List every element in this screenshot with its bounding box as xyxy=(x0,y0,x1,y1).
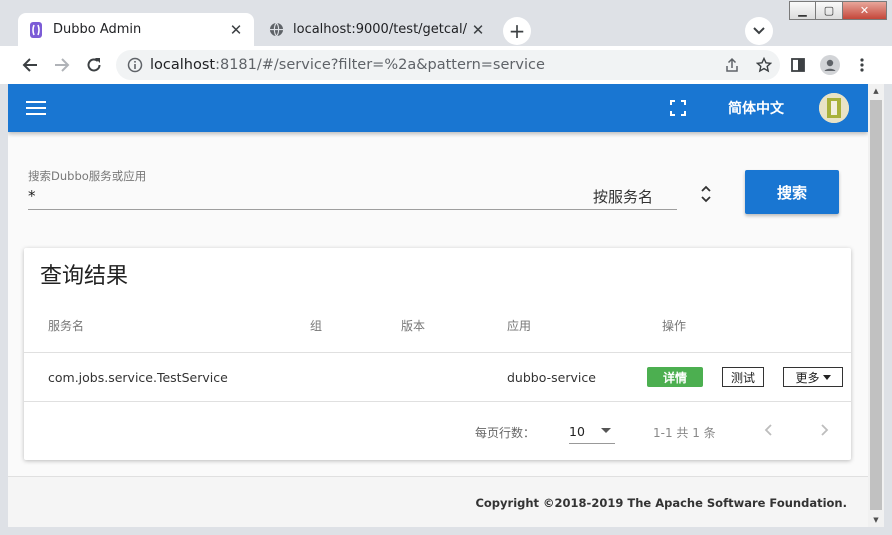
cell-service-name: com.jobs.service.TestService xyxy=(48,370,228,385)
browser-menu-button[interactable] xyxy=(848,51,876,79)
side-panel-button[interactable] xyxy=(784,51,812,79)
window-close-button[interactable]: ✕ xyxy=(843,1,887,20)
column-header-version[interactable]: 版本 xyxy=(401,317,425,334)
kebab-menu-icon xyxy=(860,58,864,72)
column-header-application[interactable]: 应用 xyxy=(507,317,531,334)
tab-title: Dubbo Admin xyxy=(53,22,142,37)
chevron-right-icon xyxy=(821,424,829,436)
close-icon: ✕ xyxy=(859,4,870,17)
rows-per-page-select[interactable]: 10 xyxy=(569,416,615,444)
copyright-org: The Apache Software Foundation. xyxy=(627,496,847,510)
reload-button[interactable] xyxy=(80,51,108,79)
minimize-button[interactable]: ▁ xyxy=(789,1,816,20)
minimize-icon: ▁ xyxy=(798,4,807,17)
scrollbar-thumb[interactable] xyxy=(870,100,882,510)
user-avatar[interactable] xyxy=(819,93,849,123)
column-header-service[interactable]: 服务名 xyxy=(48,317,84,334)
unfold-icon xyxy=(701,185,711,203)
caret-down-icon xyxy=(601,428,611,433)
profile-button[interactable] xyxy=(816,51,844,79)
side-panel-icon xyxy=(791,58,805,72)
back-arrow-icon xyxy=(22,58,37,72)
pattern-select[interactable]: 按服务名 xyxy=(593,186,653,207)
fullscreen-button[interactable] xyxy=(666,96,690,120)
maximize-button[interactable]: ▢ xyxy=(816,1,843,20)
browser-tab-localhost-9000[interactable]: localhost:9000/test/getcal/1/2 ✕ xyxy=(258,13,496,46)
back-button[interactable] xyxy=(16,51,44,79)
window-frame-bottom xyxy=(0,527,892,535)
caret-down-icon xyxy=(822,374,831,380)
pagination-range: 1-1 共 1 条 xyxy=(653,426,716,440)
site-info-icon[interactable] xyxy=(120,57,150,73)
more-button[interactable]: 更多 xyxy=(783,367,843,387)
search-button[interactable]: 搜索 xyxy=(745,170,839,214)
rows-per-page-label: 每页行数： xyxy=(475,426,536,440)
browser-tab-dubbo-admin[interactable]: Dubbo Admin ✕ xyxy=(18,13,254,46)
more-button-label: 更多 xyxy=(795,370,820,385)
maximize-icon: ▢ xyxy=(823,4,835,17)
plus-icon: + xyxy=(508,19,526,43)
search-label: 搜索Dubbo服务或应用 xyxy=(28,169,147,183)
bookmark-star-icon[interactable] xyxy=(748,57,780,73)
app-bar: 简体中文 xyxy=(8,84,868,132)
window-frame-right xyxy=(884,84,892,535)
tab-title: localhost:9000/test/getcal/1/2 xyxy=(293,22,468,37)
language-switch-button[interactable]: 简体中文 xyxy=(716,84,796,132)
globe-icon xyxy=(268,22,284,38)
page-footer: Copyright ©2018-2019 The Apache Software… xyxy=(8,476,868,527)
detail-button[interactable]: 详情 xyxy=(647,367,703,387)
chevron-left-icon xyxy=(764,424,772,436)
share-icon[interactable] xyxy=(716,57,748,73)
browser-toolbar: localhost:8181/#/service?filter=%2a&patt… xyxy=(0,46,892,84)
new-tab-button[interactable]: + xyxy=(503,17,531,45)
header-divider xyxy=(24,352,851,353)
url-path: :8181/#/service?filter=%2a&pattern=servi… xyxy=(215,57,545,73)
address-bar[interactable]: localhost:8181/#/service?filter=%2a&patt… xyxy=(116,50,780,80)
forward-arrow-icon xyxy=(55,58,70,72)
test-button[interactable]: 测试 xyxy=(722,367,764,387)
page-viewport: 简体中文 搜索Dubbo服务或应用 * 按服务名 搜索 查询结果 服务名 组 版… xyxy=(8,84,868,527)
dubbo-logo-icon xyxy=(28,21,44,38)
fullscreen-icon xyxy=(670,100,686,116)
cell-application: dubbo-service xyxy=(507,370,596,385)
close-tab-icon[interactable]: ✕ xyxy=(468,20,488,40)
next-page-button[interactable] xyxy=(815,420,835,440)
copyright-prefix: Copyright ©2018-2019 xyxy=(475,496,628,510)
results-card: 查询结果 服务名 组 版本 应用 操作 com.jobs.service.Tes… xyxy=(24,248,851,460)
reload-icon xyxy=(87,58,101,72)
search-input[interactable]: * xyxy=(28,184,677,210)
tab-search-button[interactable] xyxy=(745,17,773,45)
scroll-down-arrow-icon[interactable]: ▼ xyxy=(868,513,884,527)
rows-per-page-value: 10 xyxy=(569,424,585,439)
search-input-value: * xyxy=(28,187,36,205)
avatar-image-icon xyxy=(819,93,849,123)
chevron-down-icon xyxy=(753,27,765,35)
row-divider xyxy=(24,401,851,402)
hamburger-menu-icon xyxy=(26,101,46,115)
close-tab-icon[interactable]: ✕ xyxy=(226,20,246,40)
column-header-actions: 操作 xyxy=(662,319,687,333)
forward-button[interactable] xyxy=(48,51,76,79)
url-host: localhost xyxy=(150,57,216,73)
results-title: 查询结果 xyxy=(40,264,129,289)
column-header-group[interactable]: 组 xyxy=(310,317,322,334)
browser-tabstrip: Dubbo Admin ✕ localhost:9000/test/getcal… xyxy=(0,0,892,46)
scroll-up-arrow-icon[interactable]: ▲ xyxy=(868,84,884,98)
profile-icon xyxy=(820,55,840,75)
previous-page-button[interactable] xyxy=(758,420,778,440)
search-field: 搜索Dubbo服务或应用 * xyxy=(28,166,848,216)
page-scrollbar[interactable]: ▲ ▼ xyxy=(868,84,884,527)
hamburger-menu-button[interactable] xyxy=(24,96,48,120)
url-text[interactable]: localhost:8181/#/service?filter=%2a&patt… xyxy=(150,57,716,73)
window-controls: ▁ ▢ ✕ xyxy=(789,1,887,20)
copyright-text: Copyright ©2018-2019 The Apache Software… xyxy=(475,496,847,510)
pattern-select-toggle[interactable] xyxy=(696,182,716,206)
